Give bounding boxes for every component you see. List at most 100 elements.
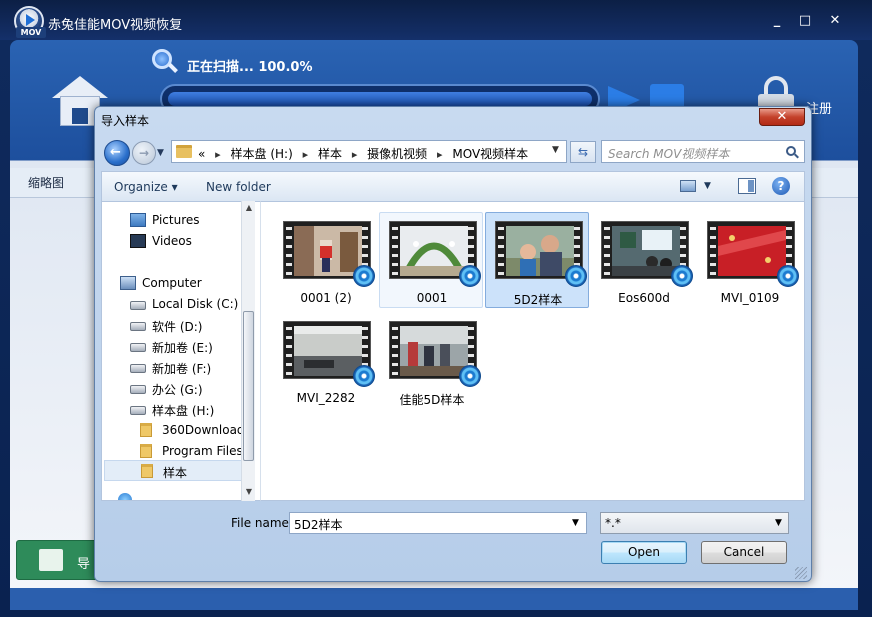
nav-item-label: 办公 (G:) xyxy=(152,383,203,397)
file-type-select[interactable]: *.* ▼ xyxy=(600,512,789,534)
nav-item-sample-folder[interactable]: 样本 xyxy=(104,460,242,481)
film-reel-icon xyxy=(565,265,587,287)
film-reel-icon xyxy=(777,265,799,287)
preview-pane-icon[interactable] xyxy=(738,178,756,194)
folder-icon xyxy=(140,423,152,437)
import-sample-dialog: 导入样本 ✕ ← → ▼ « ▸ 样本盘 (H:) ▸ 样本 ▸ 摄像机视频 ▸… xyxy=(94,106,812,582)
thumbnail-image xyxy=(294,326,362,376)
resize-grip-icon[interactable] xyxy=(795,567,807,579)
nav-item-label: 360Downloads xyxy=(162,423,251,437)
nav-item-network[interactable] xyxy=(118,490,138,500)
thumbnail-image xyxy=(400,326,468,376)
thumbnail-image xyxy=(294,226,362,276)
file-item[interactable]: 0001 xyxy=(379,212,483,308)
file-type-value: *.* xyxy=(605,516,621,530)
nav-item-drive-d[interactable]: 软件 (D:) xyxy=(130,315,242,335)
cancel-button[interactable]: Cancel xyxy=(701,541,787,564)
organize-button[interactable]: Organize ▾ xyxy=(114,180,178,194)
file-item[interactable]: 5D2样本 xyxy=(485,212,589,308)
drive-icon xyxy=(130,343,146,352)
drive-icon xyxy=(130,322,146,331)
minimize-button[interactable]: _ xyxy=(768,12,786,30)
scrollbar-thumb[interactable] xyxy=(243,311,254,461)
nav-item-pictures[interactable]: Pictures xyxy=(130,210,240,230)
maximize-button[interactable]: □ xyxy=(796,12,814,30)
import-icon xyxy=(39,549,63,571)
thumbnail-image xyxy=(718,226,786,276)
refresh-button[interactable]: ⇆ xyxy=(570,141,596,163)
view-options-dropdown[interactable]: ▼ xyxy=(704,181,711,191)
app-close-button[interactable]: ✕ xyxy=(826,12,844,30)
scroll-down-icon[interactable]: ▼ xyxy=(242,485,256,499)
address-dropdown-icon[interactable]: ▼ xyxy=(552,145,559,155)
back-button[interactable]: ← xyxy=(104,140,130,166)
file-name-label: MVI_2282 xyxy=(296,391,356,405)
drive-icon xyxy=(130,301,146,310)
breadcrumb-item[interactable]: 样本盘 (H:) xyxy=(231,147,293,161)
dialog-toolbar: Organize ▾ New folder ▼ ? xyxy=(101,171,805,201)
dialog-close-button[interactable]: ✕ xyxy=(759,108,805,126)
app-title: 赤兔佳能MOV视频恢复 xyxy=(48,18,183,33)
nav-item-program-files[interactable]: Program Files xyxy=(140,441,244,461)
address-bar[interactable]: « ▸ 样本盘 (H:) ▸ 样本 ▸ 摄像机视频 ▸ MOV视频样本 ▼ xyxy=(171,140,567,163)
file-name-label: Eos600d xyxy=(618,291,670,305)
forward-arrow-icon: → xyxy=(139,146,150,160)
magnifier-icon xyxy=(152,49,178,75)
thumbnail-image xyxy=(506,226,574,276)
nav-item-drive-g[interactable]: 办公 (G:) xyxy=(130,378,242,398)
nav-item-label: Computer xyxy=(142,276,202,290)
folder-icon xyxy=(140,444,152,458)
navigation-pane: Pictures Videos Computer Local Disk (C:)… xyxy=(101,201,261,501)
nav-item-local-disk-c[interactable]: Local Disk (C:) xyxy=(130,294,242,314)
app-status-strip xyxy=(10,588,858,610)
nav-item-label: Program Files xyxy=(162,444,243,458)
nav-item-drive-f[interactable]: 新加卷 (F:) xyxy=(130,357,242,377)
file-item[interactable]: 佳能5D样本 xyxy=(379,312,483,408)
search-input[interactable]: Search MOV视频样本 xyxy=(601,140,805,163)
folder-icon xyxy=(141,464,153,478)
file-name-input[interactable]: 5D2样本 ▼ xyxy=(289,512,587,534)
drive-icon xyxy=(130,385,146,394)
nav-item-videos[interactable]: Videos xyxy=(130,231,240,251)
navigation-scrollbar[interactable]: ▲ ▼ xyxy=(241,201,255,501)
computer-icon xyxy=(120,276,136,290)
help-icon[interactable]: ? xyxy=(772,177,790,195)
folder-icon xyxy=(176,145,192,158)
new-folder-button[interactable]: New folder xyxy=(206,180,271,194)
file-name-value: 5D2样本 xyxy=(294,518,343,532)
file-item[interactable]: MVI_0109 xyxy=(697,212,801,308)
breadcrumb-item[interactable]: 摄像机视频 xyxy=(367,147,427,161)
nav-item-360downloads[interactable]: 360Downloads xyxy=(140,420,251,440)
chevron-down-icon[interactable]: ▼ xyxy=(572,518,579,528)
dialog-title: 导入样本 xyxy=(101,114,150,128)
file-item[interactable]: MVI_2282 xyxy=(273,312,377,408)
import-label: 导 xyxy=(77,557,91,572)
film-reel-icon xyxy=(353,365,375,387)
forward-button[interactable]: → xyxy=(132,141,156,165)
open-button[interactable]: Open xyxy=(601,541,687,564)
drive-icon xyxy=(130,406,146,415)
scroll-up-icon[interactable]: ▲ xyxy=(242,201,256,215)
file-name-label: 佳能5D样本 xyxy=(399,393,465,407)
nav-item-label: Pictures xyxy=(152,213,200,227)
tab-thumbnails-label: 缩略图 xyxy=(28,176,65,190)
videos-icon xyxy=(130,234,146,248)
file-name-label: 0001 xyxy=(416,291,448,305)
app-titlebar: MOV 赤兔佳能MOV视频恢复 _ □ ✕ xyxy=(0,0,872,40)
film-reel-icon xyxy=(671,265,693,287)
breadcrumb-item[interactable]: MOV视频样本 xyxy=(452,147,528,161)
file-name-label: 0001 (2) xyxy=(300,291,352,305)
file-item[interactable]: 0001 (2) xyxy=(273,212,377,308)
change-view-icon[interactable] xyxy=(680,180,696,192)
network-icon xyxy=(118,493,132,500)
nav-item-drive-e[interactable]: 新加卷 (E:) xyxy=(130,336,242,356)
breadcrumb-item[interactable]: 样本 xyxy=(318,147,342,161)
breadcrumb-overflow[interactable]: « xyxy=(198,147,205,161)
file-item[interactable]: Eos600d xyxy=(591,212,695,308)
chevron-down-icon: ▼ xyxy=(775,518,782,528)
nav-item-computer[interactable]: Computer xyxy=(120,273,240,293)
recent-locations-dropdown[interactable]: ▼ xyxy=(157,148,164,158)
nav-item-label: 样本 xyxy=(163,466,188,480)
search-placeholder: Search MOV视频样本 xyxy=(608,147,730,161)
nav-item-drive-h[interactable]: 样本盘 (H:) xyxy=(130,399,242,419)
